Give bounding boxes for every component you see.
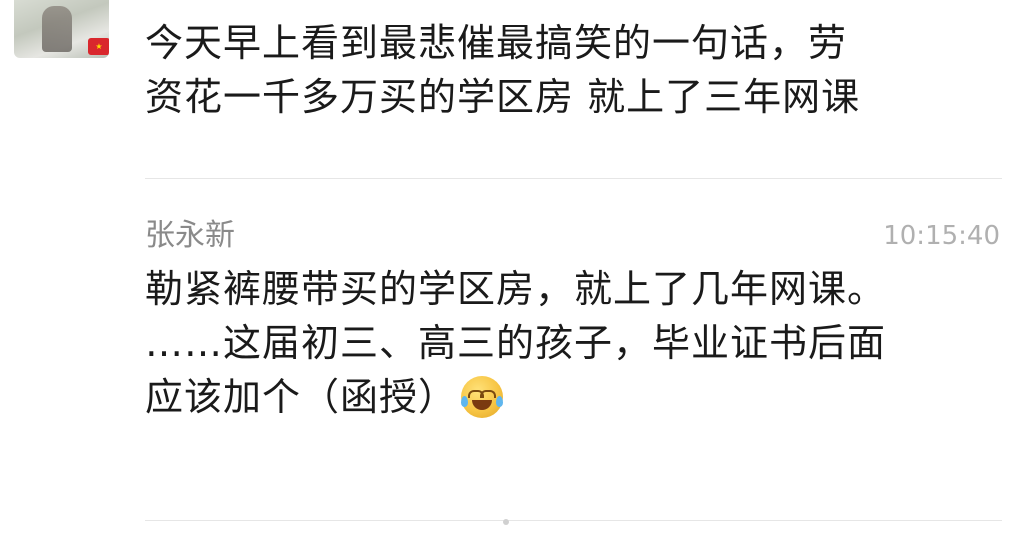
scroll-indicator [503, 519, 509, 525]
previous-message-text: 今天早上看到最悲催最搞笑的一句话，劳 资花一千多万买的学区房 就上了三年网课 [145, 21, 861, 119]
divider [145, 178, 1002, 179]
comment-sender-name[interactable]: 张永新 [145, 216, 235, 256]
divider [145, 520, 1002, 521]
laugh-cry-emoji-icon [461, 376, 504, 418]
comment-message-text: 勒紧裤腰带买的学区房，就上了几年网课。 ……这届初三、高三的孩子，毕业证书后面 … [145, 267, 887, 419]
comment-timestamp: 10:15:40 [883, 221, 1000, 251]
chat-screen: ★ 今天早上看到最悲催最搞笑的一句话，劳 资花一千多万买的学区房 就上了三年网课… [0, 0, 1014, 548]
user-avatar[interactable]: ★ [14, 0, 109, 58]
avatar-photo [42, 6, 72, 52]
flag-badge-icon: ★ [88, 38, 109, 55]
comment-message: 勒紧裤腰带买的学区房，就上了几年网课。 ……这届初三、高三的孩子，毕业证书后面 … [145, 262, 995, 424]
